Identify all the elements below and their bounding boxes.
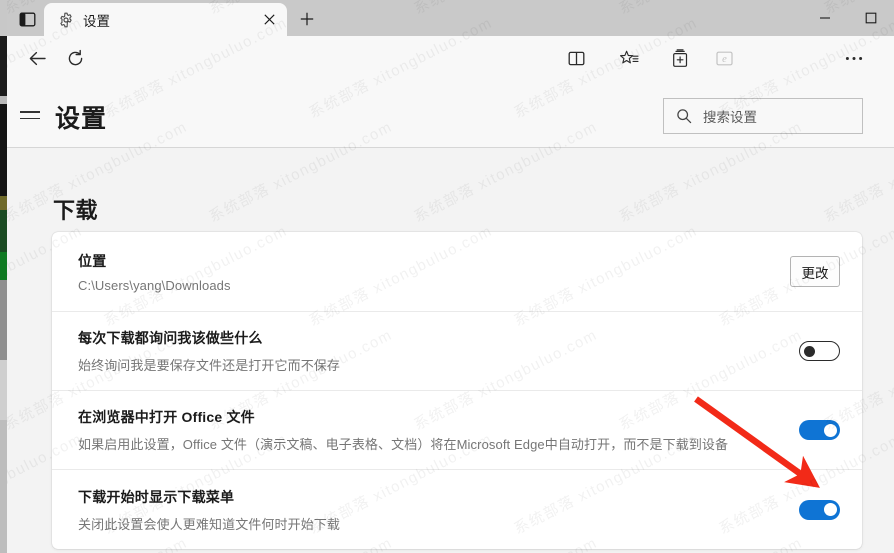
setting-row-text: 每次下载都询问我该做些什么 始终询问我是要保存文件还是打开它而不保存 <box>78 328 799 374</box>
downloads-settings-card: 位置 C:\Users\yang\Downloads 更改 每次下载都询问我该做… <box>52 232 862 549</box>
show-download-menu-toggle[interactable] <box>799 499 840 520</box>
new-tab-button[interactable] <box>294 6 320 32</box>
browser-tab-settings[interactable]: 设置 <box>44 3 287 36</box>
setting-row-show-download-menu: 下载开始时显示下载菜单 关闭此设置会使人更难知道文件何时开始下载 <box>52 470 862 549</box>
collections-icon[interactable] <box>664 43 694 73</box>
page-title: 设置 <box>55 105 108 133</box>
minimize-button[interactable] <box>802 0 848 36</box>
svg-text:e: e <box>722 54 727 65</box>
search-placeholder: 搜索设置 <box>703 110 757 125</box>
section-heading-downloads: 下载 <box>53 198 99 223</box>
split-screen-icon[interactable] <box>561 43 591 73</box>
setting-description: 始终询问我是要保存文件还是打开它而不保存 <box>78 358 341 373</box>
edge-browser-window: 设置 e 设置 搜索设置 下载 位置 C:\Users\yang\Downloa… <box>0 0 894 553</box>
change-location-button[interactable]: 更改 <box>790 256 840 287</box>
setting-title: 在浏览器中打开 Office 文件 <box>78 409 255 425</box>
setting-title: 每次下载都询问我该做些什么 <box>78 330 263 346</box>
browser-toolbar: Edge edge://settings/downloads <box>0 36 894 110</box>
back-arrow-icon[interactable] <box>22 43 52 73</box>
window-controls <box>802 0 894 36</box>
hamburger-line-1 <box>20 111 40 113</box>
setting-row-ask-where-to-save: 每次下载都询问我该做些什么 始终询问我是要保存文件还是打开它而不保存 <box>52 312 862 391</box>
setting-row-text: 位置 C:\Users\yang\Downloads <box>78 251 790 293</box>
download-path-value: C:\Users\yang\Downloads <box>78 277 231 293</box>
hamburger-icon[interactable] <box>20 104 46 126</box>
setting-row-open-office-files: 在浏览器中打开 Office 文件 如果启用此设置，Office 文件（演示文稿… <box>52 391 862 470</box>
setting-row-text: 在浏览器中打开 Office 文件 如果启用此设置，Office 文件（演示文稿… <box>78 407 799 453</box>
ie-mode-icon[interactable]: e <box>709 43 739 73</box>
hamburger-line-2 <box>20 117 40 119</box>
refresh-icon[interactable] <box>60 43 90 73</box>
open-office-files-toggle[interactable] <box>799 420 840 440</box>
more-options-icon[interactable] <box>839 43 869 73</box>
search-icon <box>675 108 692 125</box>
setting-description: 如果启用此设置，Office 文件（演示文稿、电子表格、文档）将在Microso… <box>78 437 729 452</box>
tab-title: 设置 <box>83 13 110 29</box>
ask-where-to-save-toggle[interactable] <box>799 341 840 361</box>
setting-title: 下载开始时显示下载菜单 <box>78 488 235 505</box>
setting-description: 关闭此设置会使人更难知道文件何时开始下载 <box>78 516 341 532</box>
favorites-icon[interactable] <box>614 43 644 73</box>
setting-row-text: 下载开始时显示下载菜单 关闭此设置会使人更难知道文件何时开始下载 <box>78 487 799 533</box>
settings-content: 下载 位置 C:\Users\yang\Downloads 更改 每次下载都询问… <box>7 149 894 553</box>
search-settings-input[interactable]: 搜索设置 <box>663 98 863 134</box>
setting-title: 位置 <box>78 252 107 269</box>
desktop-background-strip <box>0 0 7 553</box>
maximize-button[interactable] <box>848 0 894 36</box>
desktop-background-strip-top <box>0 0 7 36</box>
gear-icon <box>57 11 74 28</box>
titlebar: 设置 <box>0 0 894 36</box>
tab-list-icon[interactable] <box>16 8 38 30</box>
setting-row-location: 位置 C:\Users\yang\Downloads 更改 <box>52 232 862 312</box>
close-icon[interactable] <box>256 7 282 33</box>
